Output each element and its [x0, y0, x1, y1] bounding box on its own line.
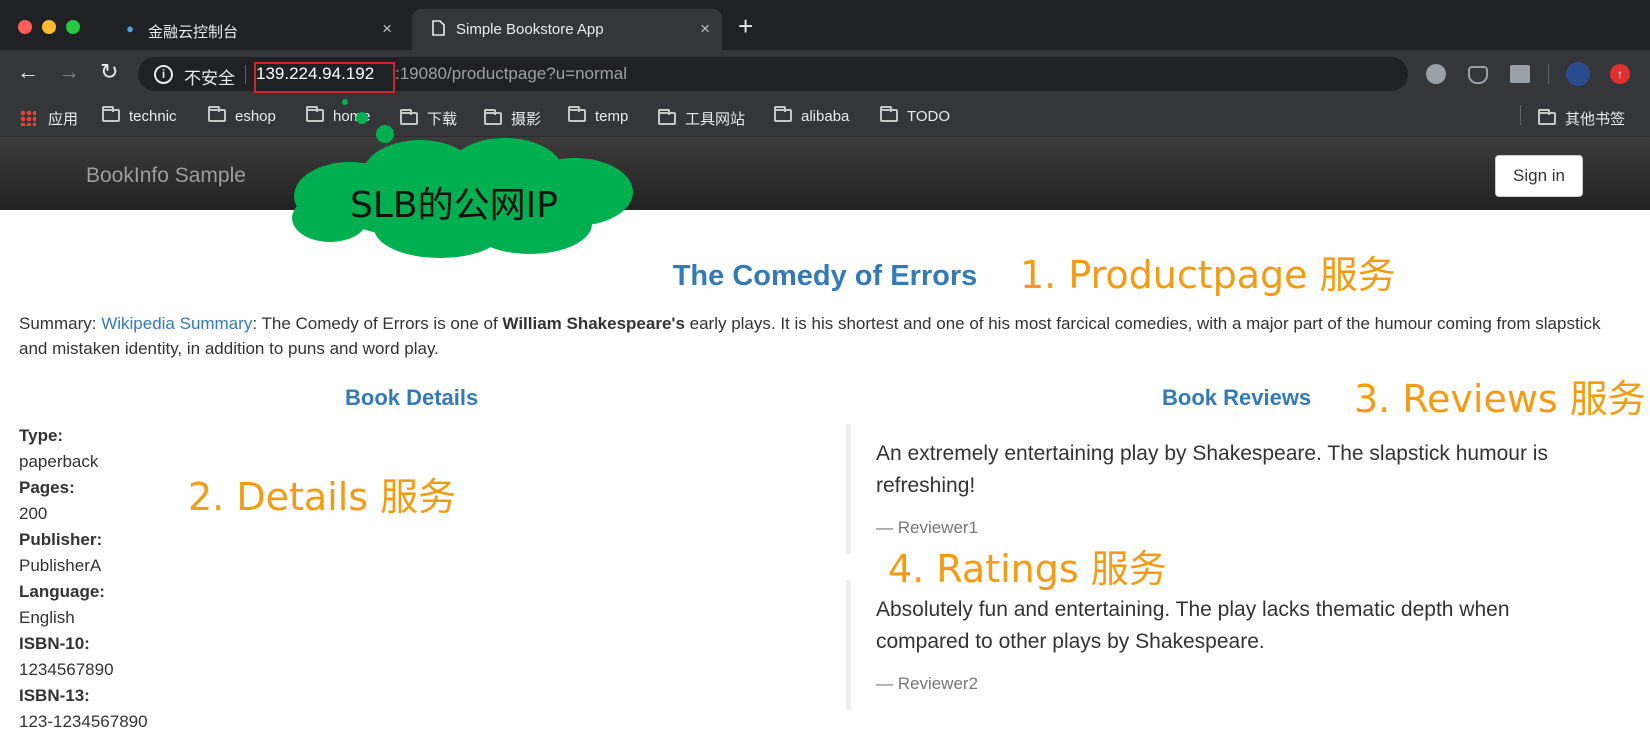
review-text: An extremely entertaining play by Shakes…: [876, 442, 1548, 497]
bookmark-label: alibaba: [801, 108, 850, 125]
page-title: The Comedy of Errors: [672, 260, 978, 292]
review-block: Absolutely fun and entertaining. The pla…: [846, 580, 1606, 710]
apps-grid-icon: [20, 110, 36, 126]
reload-icon[interactable]: ↻: [100, 59, 118, 85]
folder-icon: [774, 106, 792, 122]
tab-title: 金融云控制台: [148, 24, 239, 41]
bookmark-label: technic: [129, 108, 177, 125]
wikipedia-summary-link[interactable]: Wikipedia Summary: [101, 314, 252, 333]
zoom-window-button[interactable]: [66, 20, 80, 34]
bookmark-label: 应用: [48, 111, 79, 128]
minimize-window-button[interactable]: [42, 20, 56, 34]
tab-title: Simple Bookstore App: [456, 21, 604, 38]
divider: [1520, 105, 1521, 125]
review-text: Absolutely fun and entertaining. The pla…: [876, 598, 1510, 653]
folder-icon: [102, 106, 120, 122]
avatar[interactable]: [1566, 62, 1590, 86]
app-navbar: BookInfo Sample Sign in: [0, 137, 1650, 210]
security-label: 不安全: [184, 69, 235, 88]
folder-icon: [208, 106, 226, 122]
bookmark-label: 其他书签: [1565, 111, 1626, 128]
extension-circle-icon[interactable]: [1426, 64, 1446, 84]
detail-label: Type:: [19, 426, 64, 445]
detail-value: English: [19, 608, 75, 627]
close-window-button[interactable]: [18, 20, 32, 34]
detail-value: 1234567890: [19, 660, 114, 679]
bookmark-apps[interactable]: 应用: [20, 108, 79, 128]
close-tab-icon[interactable]: ×: [700, 19, 710, 39]
tab-bookstore[interactable]: Simple Bookstore App ×: [412, 9, 722, 50]
annotation-details: 2. Details 服务: [188, 475, 457, 519]
annotation-ratings: 4. Ratings 服务: [888, 547, 1167, 591]
bookmarks-bar: 应用 technic eshop home 下载 摄影 temp 工具网站 al…: [0, 95, 1650, 137]
new-tab-button[interactable]: +: [738, 13, 753, 39]
pin-icon: ●: [126, 21, 134, 36]
divider: [245, 65, 246, 84]
summary-author: William Shakespeare's: [502, 314, 685, 333]
detail-label: ISBN-10:: [19, 634, 90, 653]
sign-in-button[interactable]: Sign in: [1495, 155, 1583, 197]
summary-prefix: Summary:: [19, 314, 102, 333]
image-extension-icon[interactable]: [1510, 65, 1530, 83]
detail-label: Publisher:: [19, 530, 103, 549]
forward-arrow-icon[interactable]: →: [58, 59, 80, 85]
review-block: An extremely entertaining play by Shakes…: [846, 424, 1606, 554]
detail-label: Language:: [19, 582, 105, 601]
summary-text: : The Comedy of Errors is one of: [252, 314, 503, 333]
detail-value: PublisherA: [19, 556, 102, 575]
folder-icon: [880, 106, 898, 122]
divider: [1548, 64, 1549, 84]
pocket-icon[interactable]: [1468, 66, 1488, 84]
url-path: :19080/productpage?u=normal: [395, 64, 628, 83]
folder-icon: [1538, 109, 1556, 125]
book-details-title: Book Details: [345, 385, 479, 410]
page-icon: [430, 20, 446, 38]
bookmark-folder[interactable]: technic: [102, 106, 177, 126]
cloud-label: SLB的公网IP: [350, 185, 558, 226]
detail-value: 200: [19, 504, 48, 523]
browser-tab-bar: ● 金融云控制台 × Simple Bookstore App × +: [0, 0, 1650, 50]
review-author: — Reviewer1: [876, 518, 979, 537]
other-bookmarks[interactable]: 其他书签: [1538, 108, 1626, 128]
annotation-productpage: 1. Productpage 服务: [1020, 253, 1396, 297]
review-author: — Reviewer2: [876, 674, 979, 693]
detail-label: ISBN-13:: [19, 686, 90, 705]
close-tab-icon[interactable]: ×: [382, 19, 392, 39]
detail-value: 123-1234567890: [19, 712, 148, 731]
bookmark-label: TODO: [907, 108, 951, 125]
book-reviews-title: Book Reviews: [1162, 385, 1312, 410]
review-bar: [846, 424, 851, 554]
detail-label: Pages:: [19, 478, 75, 497]
summary: Summary: Wikipedia Summary: The Comedy o…: [19, 311, 1619, 361]
update-icon[interactable]: ↑: [1610, 64, 1630, 84]
info-icon[interactable]: i: [154, 65, 173, 84]
browser-toolbar: ← → ↻ i 不安全 139.224.94.192 :19080/produc…: [0, 50, 1650, 95]
detail-value: paperback: [19, 452, 99, 471]
ip-highlight-box: [254, 62, 395, 93]
bookmark-folder[interactable]: 工具网站: [658, 108, 746, 128]
brand-link[interactable]: BookInfo Sample: [86, 164, 246, 188]
back-arrow-icon[interactable]: ←: [17, 59, 39, 85]
bookmark-label: 工具网站: [685, 111, 746, 128]
review-bar: [846, 580, 851, 710]
annotation-reviews: 3. Reviews 服务: [1354, 377, 1646, 421]
bookmark-folder[interactable]: eshop: [208, 106, 276, 126]
bookmark-folder[interactable]: alibaba: [774, 106, 850, 126]
tab-console[interactable]: ● 金融云控制台 ×: [104, 9, 404, 50]
bookmark-folder[interactable]: TODO: [880, 106, 951, 126]
